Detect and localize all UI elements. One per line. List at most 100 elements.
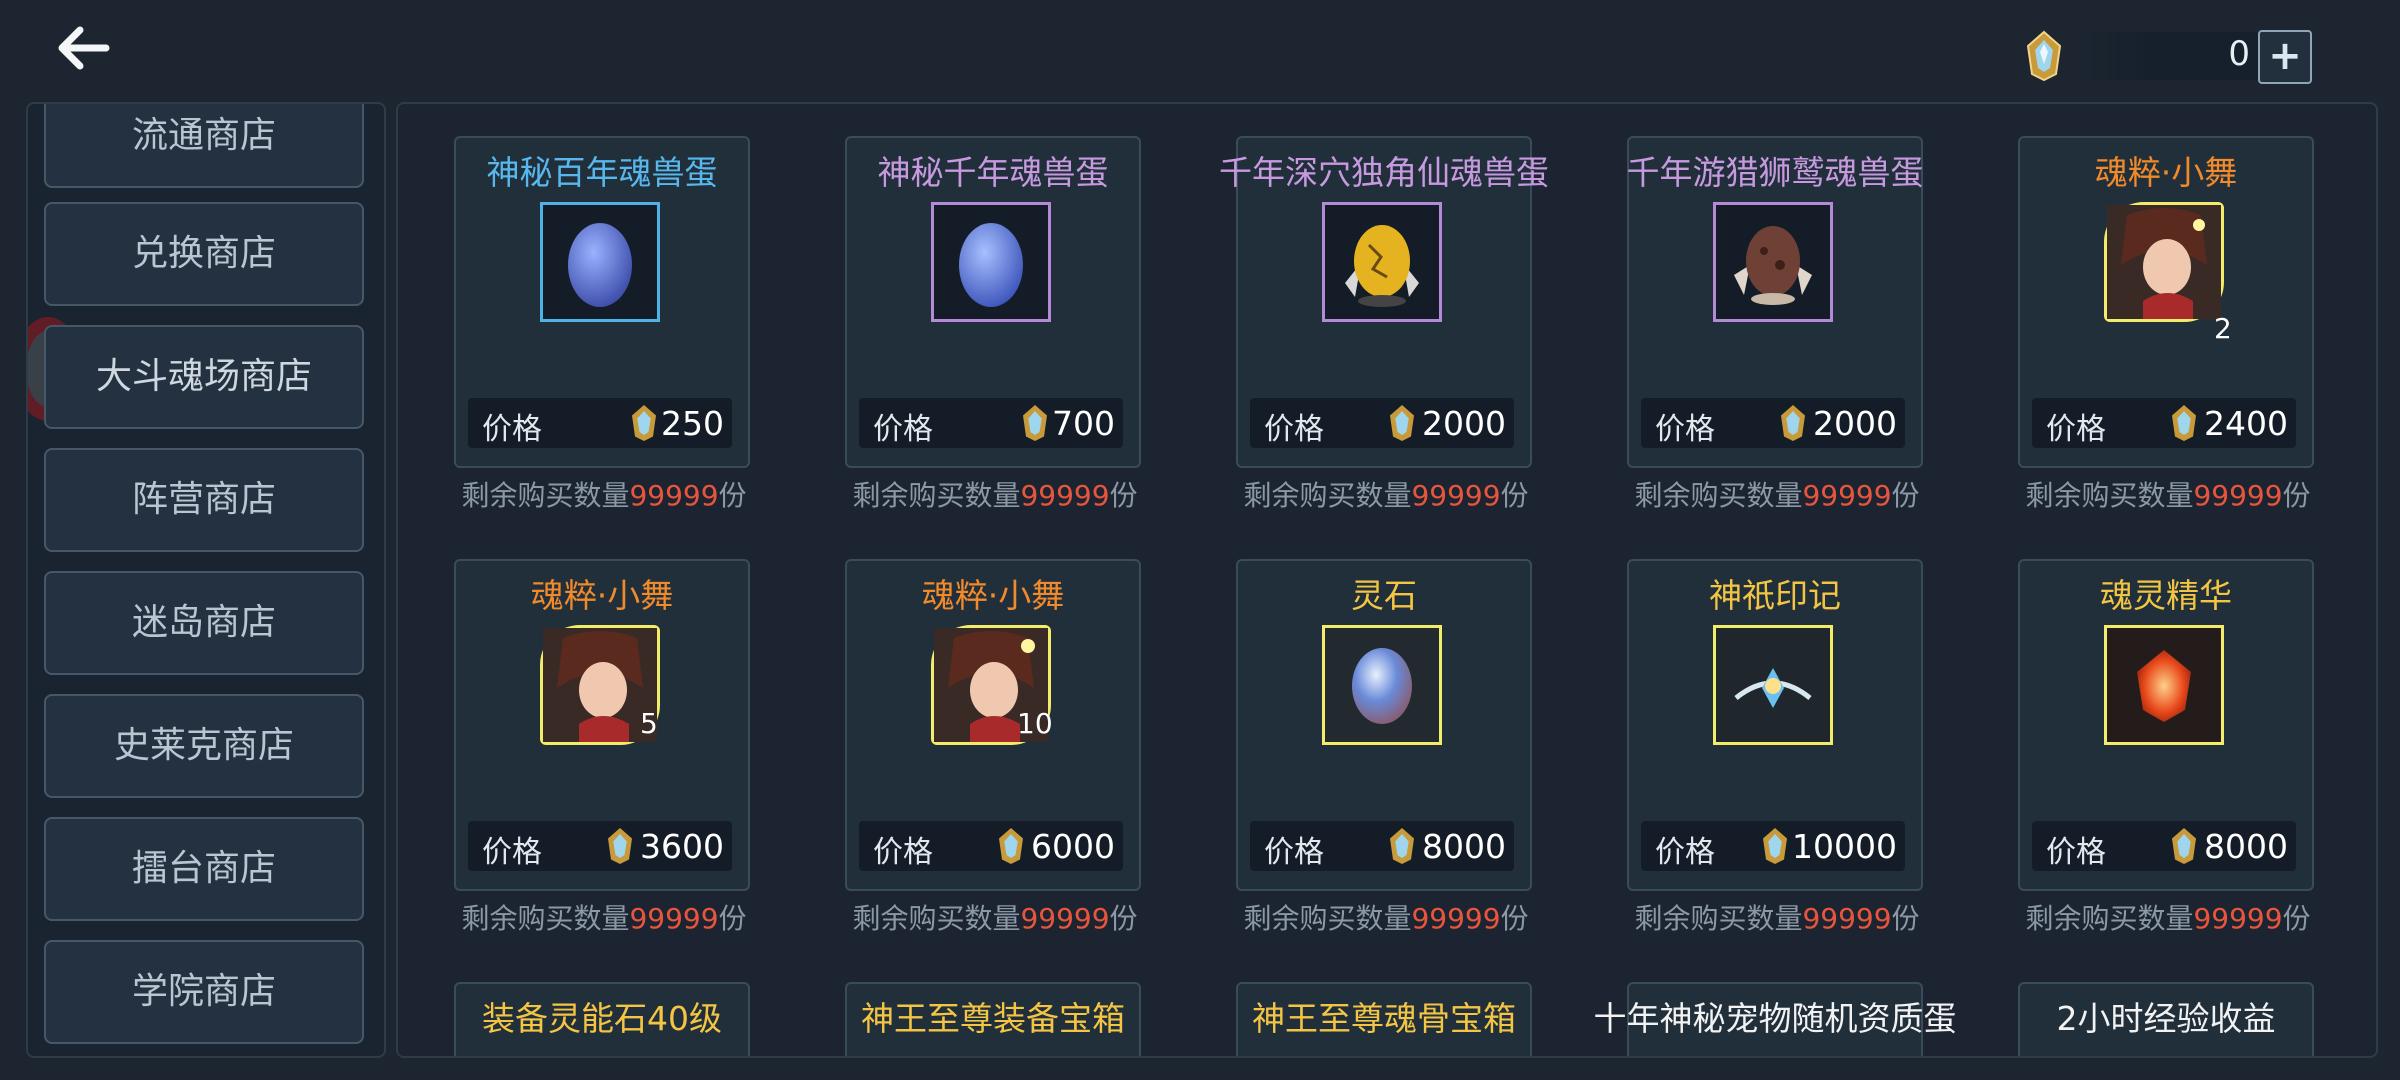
item-name: 神王至尊装备宝箱 [861, 999, 1125, 1038]
shop-item-card[interactable]: 千年深穴独角仙魂兽蛋 价格 2000 剩余购买数量99999份 [1219, 136, 1549, 512]
sidebar-item-maze-island-shop[interactable]: 迷岛商店 [44, 571, 364, 675]
price-value: 6000 [1031, 827, 1115, 866]
price-value: 8000 [1422, 827, 1506, 866]
shop-item-card[interactable]: 魂灵精华 价格 8000 剩余购买数量99999份 [2018, 559, 2314, 935]
remaining-quantity: 剩余购买数量99999份 [461, 902, 747, 935]
sidebar-item-shrek-shop[interactable]: 史莱克商店 [44, 694, 364, 798]
price-label: 价格 [482, 835, 542, 870]
price-label: 价格 [873, 835, 933, 870]
shop-item-card[interactable]: 装备灵能石40级 [454, 982, 750, 1056]
item-name: 千年深穴独角仙魂兽蛋 [1219, 153, 1549, 192]
sidebar-item-exchange-shop[interactable]: 兑换商店 [44, 202, 364, 306]
price-label: 价格 [1655, 412, 1715, 447]
soul-crystal-icon [1781, 405, 1805, 441]
price-label: 价格 [873, 412, 933, 447]
remaining-quantity: 剩余购买数量99999份 [1634, 902, 1920, 935]
price-label: 价格 [1264, 835, 1324, 870]
price-label: 价格 [1655, 835, 1715, 870]
price-value: 2400 [2204, 404, 2288, 443]
soul-crystal-icon [1763, 828, 1787, 864]
sidebar-item-ring-shop[interactable]: 擂台商店 [44, 817, 364, 921]
sidebar-item-circulation-shop[interactable]: 流通商店 [44, 104, 364, 188]
shop-item-grid[interactable]: 神秘百年魂兽蛋 价格 250 剩余购买数量99999份 神秘千年魂兽蛋 价格 7… [396, 102, 2378, 1058]
spirit-stone-icon [1325, 628, 1439, 742]
shop-item-card[interactable]: 魂粹·小舞 10 价格 6000 剩余购买数量99999份 [845, 559, 1141, 935]
price-bar: 价格 8000 [2032, 821, 2296, 871]
remaining-quantity: 剩余购买数量99999份 [1634, 479, 1920, 512]
shop-item-card[interactable]: 灵石 价格 8000 剩余购买数量99999份 [1236, 559, 1532, 935]
price-bar: 价格 3600 [468, 821, 732, 871]
add-currency-button[interactable]: + [2258, 30, 2312, 84]
soul-crystal-icon [2172, 828, 2196, 864]
soul-crystal-icon [1023, 405, 1047, 441]
price-bar: 价格 250 [468, 398, 732, 448]
remaining-quantity: 剩余购买数量99999份 [2025, 479, 2311, 512]
item-name: 灵石 [1351, 576, 1417, 615]
price-bar: 价格 8000 [1250, 821, 1514, 871]
item-quantity-badge: 5 [640, 707, 658, 740]
price-value: 2000 [1422, 404, 1506, 443]
item-name: 魂粹·小舞 [2094, 153, 2238, 192]
golden-beetle-egg-icon [1345, 225, 1419, 307]
price-bar: 价格 2400 [2032, 398, 2296, 448]
remaining-quantity: 剩余购买数量99999份 [1243, 479, 1529, 512]
price-value: 10000 [1792, 827, 1897, 866]
item-name: 2小时经验收益 [2056, 999, 2276, 1038]
item-quantity-badge: 10 [1017, 707, 1053, 740]
sidebar-item-academy-shop[interactable]: 学院商店 [44, 940, 364, 1044]
xiaowu-portrait-icon [2107, 205, 2221, 319]
item-name: 千年游猎狮鹫魂兽蛋 [1626, 153, 1924, 192]
item-icon-frame [931, 202, 1051, 322]
shop-item-card[interactable]: 十年神秘宠物随机资质蛋 [1594, 982, 1957, 1056]
price-value: 3600 [640, 827, 724, 866]
soul-crystal-icon [1390, 405, 1414, 441]
shop-item-card[interactable]: 神王至尊装备宝箱 [845, 982, 1141, 1056]
price-bar: 价格 6000 [859, 821, 1123, 871]
back-button[interactable] [48, 18, 116, 78]
item-icon-frame [1713, 202, 1833, 322]
item-icon-frame [2104, 625, 2224, 745]
item-quantity-badge: 2 [2214, 312, 2232, 345]
remaining-quantity: 剩余购买数量99999份 [461, 479, 747, 512]
shop-item-card[interactable]: 神祇印记 价格 10000 剩余购买数量99999份 [1627, 559, 1923, 935]
soul-crystal-icon [999, 828, 1023, 864]
brown-griffin-egg-icon [1734, 226, 1812, 305]
item-icon-frame [1322, 202, 1442, 322]
price-bar: 价格 2000 [1641, 398, 1905, 448]
shop-item-card[interactable]: 神王至尊魂骨宝箱 [1236, 982, 1532, 1056]
divine-mark-icon [1716, 628, 1830, 742]
soul-essence-icon [2107, 628, 2221, 742]
shop-item-card[interactable]: 千年游猎狮鹫魂兽蛋 价格 2000 剩余购买数量99999份 [1627, 136, 1924, 512]
remaining-quantity: 剩余购买数量99999份 [1243, 902, 1529, 935]
remaining-quantity: 剩余购买数量99999份 [852, 479, 1138, 512]
soul-crystal-icon [608, 828, 632, 864]
item-name: 魂粹·小舞 [921, 576, 1065, 615]
item-icon-frame [1713, 625, 1833, 745]
price-label: 价格 [482, 412, 542, 447]
shop-item-card[interactable]: 神秘千年魂兽蛋 价格 700 剩余购买数量99999份 [845, 136, 1141, 512]
item-name: 神王至尊魂骨宝箱 [1252, 999, 1516, 1038]
shop-item-card[interactable]: 魂粹·小舞 2 价格 2400 剩余购买数量99999份 [2018, 136, 2314, 512]
item-icon-frame [2104, 202, 2224, 322]
sidebar-item-faction-shop[interactable]: 阵营商店 [44, 448, 364, 552]
price-label: 价格 [1264, 412, 1324, 447]
price-value: 8000 [2204, 827, 2288, 866]
top-bar: 0 + [0, 0, 2400, 100]
soul-crystal-icon [2172, 405, 2196, 441]
item-name: 魂灵精华 [2100, 576, 2232, 615]
price-bar: 价格 2000 [1250, 398, 1514, 448]
price-label: 价格 [2046, 835, 2106, 870]
shop-item-card[interactable]: 神秘百年魂兽蛋 价格 250 剩余购买数量99999份 [454, 136, 750, 512]
currency-value: 0 [2228, 34, 2250, 74]
remaining-quantity: 剩余购买数量99999份 [852, 902, 1138, 935]
sidebar-item-soul-arena-shop[interactable]: 大斗魂场商店 [44, 325, 364, 429]
shop-item-card[interactable]: 2小时经验收益 [2018, 982, 2314, 1056]
item-name: 神秘千年魂兽蛋 [877, 153, 1109, 192]
price-value: 2000 [1813, 404, 1897, 443]
remaining-quantity: 剩余购买数量99999份 [2025, 902, 2311, 935]
price-label: 价格 [2046, 412, 2106, 447]
shop-category-sidebar[interactable]: 流通商店 兑换商店 大斗魂场商店 阵营商店 迷岛商店 史莱克商店 擂台商店 学院… [26, 102, 386, 1058]
item-icon-frame [1322, 625, 1442, 745]
shop-item-card[interactable]: 魂粹·小舞 5 价格 3600 剩余购买数量99999份 [454, 559, 750, 935]
soul-crystal-icon [632, 405, 656, 441]
